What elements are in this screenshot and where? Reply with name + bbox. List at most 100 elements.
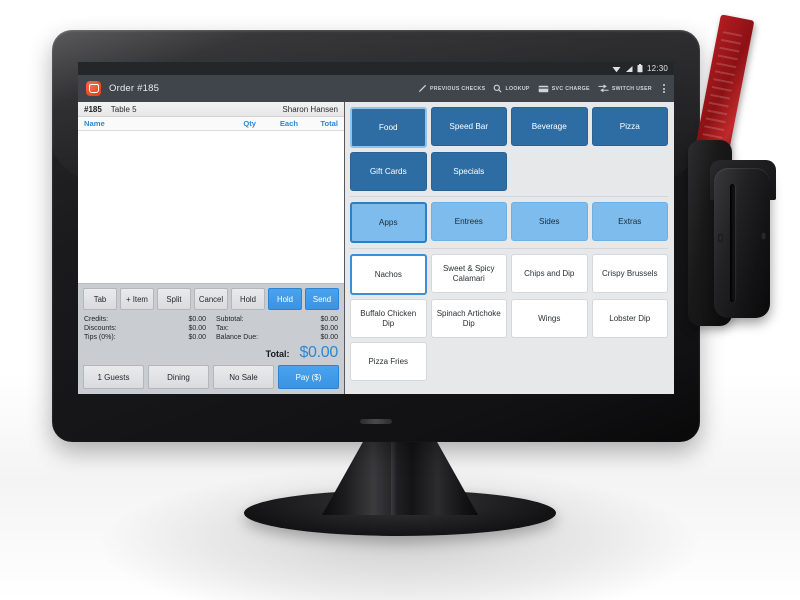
- credits-value: $0.00: [188, 316, 206, 323]
- category-button-gift-cards[interactable]: Gift Cards: [350, 152, 427, 191]
- menu-item-wings[interactable]: Wings: [511, 299, 588, 338]
- category-slot-empty: [592, 152, 669, 189]
- order-panel: #185 Table 5 Sharon Hansen Name Qty Each…: [78, 102, 345, 394]
- pencil-icon: [418, 84, 427, 93]
- totals-right-column: Subtotal: $0.00 Tax: $0.00 Balance Due: …: [216, 315, 338, 342]
- subcategory-button-apps[interactable]: Apps: [350, 202, 427, 243]
- card-reader-side-button: [718, 234, 723, 242]
- kebab-menu-icon[interactable]: [660, 84, 668, 93]
- switch-arrows-icon: [598, 84, 609, 93]
- column-header-total: Total: [320, 119, 338, 128]
- card-reader-swipe-slot: [730, 184, 735, 302]
- discounts-row: Discounts: $0.00: [84, 324, 206, 333]
- menu-item-grid: Nachos Sweet & Spicy Calamari Chips and …: [350, 254, 668, 381]
- app-bar: Order #185 PREVIOUS CHECKS LOOKUP SVC CH…: [78, 75, 674, 102]
- grand-total-row: Total: $0.00: [78, 345, 344, 365]
- menu-item-spinach-artichoke-dip[interactable]: Spinach Artichoke Dip: [430, 299, 507, 338]
- subcategory-button-sides[interactable]: Sides: [511, 202, 588, 241]
- category-button-specials[interactable]: Specials: [430, 152, 507, 191]
- status-bar-clock: 12:30: [646, 63, 668, 73]
- menu-item-pizza-fries[interactable]: Pizza Fries: [350, 342, 427, 381]
- grand-total-value: $0.00: [299, 344, 338, 361]
- lookup-button[interactable]: LOOKUP: [493, 84, 529, 93]
- terminal-screen: 12:30 Order #185 PREVIOUS CHECKS LOOKUP …: [78, 62, 674, 394]
- menu-panel: Food Speed Bar Beverage Pizza Gift Cards…: [345, 102, 674, 394]
- svc-charge-button[interactable]: SVC CHARGE: [538, 85, 590, 93]
- pay-button[interactable]: Pay ($): [278, 365, 339, 389]
- guests-button[interactable]: 1 Guests: [83, 365, 144, 389]
- order-footer-actions: 1 Guests Dining No Sale Pay ($): [78, 365, 344, 394]
- battery-icon: [637, 62, 643, 78]
- card-reader-peripheral: [684, 14, 776, 330]
- app-logo-icon: [86, 81, 101, 96]
- panel-divider: [350, 196, 668, 197]
- signal-icon: [625, 62, 633, 78]
- column-header-name: Name: [84, 119, 105, 128]
- subcategory-button-extras[interactable]: Extras: [591, 202, 668, 241]
- tips-value: $0.00: [188, 334, 206, 341]
- credits-label: Credits:: [84, 316, 109, 323]
- credits-row: Credits: $0.00: [84, 315, 206, 324]
- switch-user-button[interactable]: SWITCH USER: [598, 84, 652, 93]
- discounts-value: $0.00: [188, 325, 206, 332]
- category-button-food[interactable]: Food: [350, 107, 427, 148]
- menu-item-buffalo-chicken-dip[interactable]: Buffalo Chicken Dip: [350, 299, 427, 338]
- search-icon: [494, 84, 502, 93]
- column-header-qty: Qty: [243, 119, 256, 128]
- subcategory-grid: Apps Entrees Sides Extras: [350, 202, 668, 243]
- panel-divider: [350, 248, 668, 249]
- no-sale-button[interactable]: No Sale: [213, 365, 274, 389]
- tips-label: Tips (0%):: [84, 334, 116, 341]
- category-slot-empty: [511, 152, 588, 189]
- previous-checks-label: PREVIOUS CHECKS: [430, 85, 486, 92]
- split-button[interactable]: Split: [157, 288, 191, 310]
- bezel-brand-strip: [360, 419, 392, 424]
- card-icon: [538, 85, 549, 92]
- order-column-headers: Name Qty Each Total: [78, 117, 344, 131]
- send-button[interactable]: Send: [305, 288, 339, 310]
- category-button-speed-bar[interactable]: Speed Bar: [430, 107, 507, 146]
- subtotal-label: Subtotal:: [216, 316, 244, 323]
- hold-primary-button[interactable]: Hold: [268, 288, 302, 310]
- tax-value: $0.00: [320, 325, 338, 332]
- menu-item-nachos[interactable]: Nachos: [350, 254, 427, 295]
- add-item-button[interactable]: + Item: [120, 288, 154, 310]
- wifi-icon: [612, 62, 621, 78]
- totals-left-column: Credits: $0.00 Discounts: $0.00 Tips (0%…: [84, 315, 206, 342]
- order-table: Table 5: [110, 104, 137, 114]
- scene: 12:30 Order #185 PREVIOUS CHECKS LOOKUP …: [0, 0, 800, 600]
- menu-item-crispy-brussels[interactable]: Crispy Brussels: [591, 254, 668, 293]
- menu-item-lobster-dip[interactable]: Lobster Dip: [591, 299, 668, 338]
- previous-checks-button[interactable]: PREVIOUS CHECKS: [418, 84, 485, 93]
- subtotal-value: $0.00: [320, 316, 338, 323]
- discounts-label: Discounts:: [84, 325, 117, 332]
- card-reader-side-button: [761, 232, 766, 240]
- dining-button[interactable]: Dining: [148, 365, 209, 389]
- order-items-list[interactable]: [78, 131, 344, 284]
- category-grid: Food Speed Bar Beverage Pizza Gift Cards…: [350, 107, 668, 191]
- cancel-button[interactable]: Cancel: [194, 288, 228, 310]
- menu-slot-empty: [592, 342, 669, 379]
- hold-button[interactable]: Hold: [231, 288, 265, 310]
- tax-label: Tax:: [216, 325, 229, 332]
- subtotal-row: Subtotal: $0.00: [216, 315, 338, 324]
- menu-slot-empty: [431, 342, 508, 379]
- menu-item-chips-and-dip[interactable]: Chips and Dip: [511, 254, 588, 293]
- menu-slot-empty: [511, 342, 588, 379]
- android-status-bar: 12:30: [78, 62, 674, 75]
- order-header: #185 Table 5 Sharon Hansen: [78, 102, 344, 117]
- card-reader-body: [714, 168, 770, 318]
- menu-item-sweet-spicy-calamari[interactable]: Sweet & Spicy Calamari: [430, 254, 507, 293]
- balance-due-row: Balance Due: $0.00: [216, 333, 338, 342]
- page-title: Order #185: [109, 83, 160, 94]
- balance-due-label: Balance Due:: [216, 334, 259, 341]
- category-button-beverage[interactable]: Beverage: [511, 107, 588, 146]
- tab-button[interactable]: Tab: [83, 288, 117, 310]
- order-totals: Credits: $0.00 Discounts: $0.00 Tips (0%…: [78, 314, 344, 345]
- subcategory-button-entrees[interactable]: Entrees: [430, 202, 507, 241]
- tips-row: Tips (0%): $0.00: [84, 333, 206, 342]
- switch-user-label: SWITCH USER: [611, 85, 652, 92]
- lookup-label: LOOKUP: [505, 85, 530, 92]
- order-server-name: Sharon Hansen: [282, 104, 338, 114]
- category-button-pizza[interactable]: Pizza: [591, 107, 668, 146]
